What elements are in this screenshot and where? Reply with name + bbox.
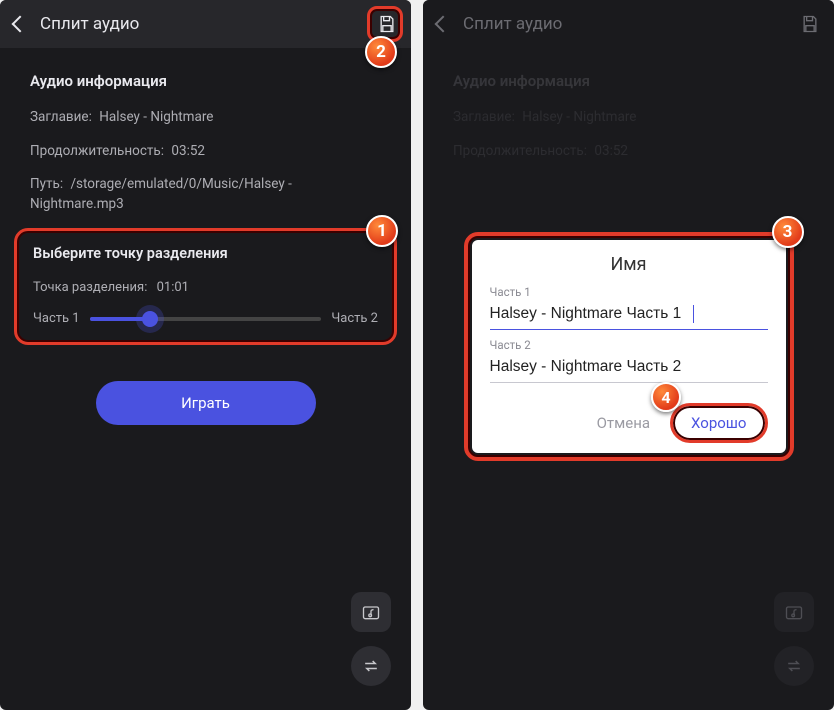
phone-left: Сплит аудио 2 Аудио информация Заглавие:… — [0, 0, 411, 710]
music-folder-icon[interactable] — [774, 592, 814, 632]
annotation-ring-ok: 4 Хорошо — [670, 403, 767, 443]
split-slider[interactable] — [90, 317, 322, 321]
part1-field-label: Часть 1 — [490, 285, 768, 299]
annotation-badge-2: 2 — [365, 36, 397, 68]
screen-title: Сплит аудио — [463, 14, 562, 34]
slider-row: Часть 1 Часть 2 — [33, 311, 378, 326]
back-icon[interactable] — [435, 16, 452, 33]
part2-field-label: Часть 2 — [490, 338, 768, 352]
play-button[interactable]: Играть — [96, 381, 316, 425]
annotation-badge-4: 4 — [651, 382, 681, 412]
text-cursor — [693, 305, 695, 323]
content: Аудио информация Заглавие: Halsey - Nigh… — [0, 48, 411, 435]
slider-thumb[interactable] — [142, 311, 158, 327]
info-heading: Аудио информация — [30, 72, 381, 90]
screen-title: Сплит аудио — [40, 14, 139, 34]
ok-button[interactable]: Хорошо — [677, 408, 760, 438]
annotation-badge-1: 1 — [366, 215, 398, 247]
dialog-title: Имя — [490, 254, 768, 275]
fab-column — [774, 592, 814, 686]
info-path: Путь: /storage/emulated/0/Music/Halsey -… — [30, 175, 381, 214]
name-dialog: Имя Часть 1 Часть 2 Отмена 4 Хорошо — [472, 240, 786, 453]
fab-column — [351, 592, 391, 686]
dialog-wrap: 3 Имя Часть 1 Часть 2 Отмена 4 Хорошо — [464, 232, 794, 461]
back-icon[interactable] — [12, 16, 29, 33]
part1-label: Часть 1 — [33, 311, 80, 326]
part2-label: Часть 2 — [331, 311, 378, 326]
content: Аудио информация Заглавие: Halsey - Nigh… — [423, 48, 834, 185]
info-duration: Продолжительность: 03:52 — [30, 142, 381, 162]
swap-icon[interactable] — [351, 646, 391, 686]
part1-input[interactable] — [490, 299, 768, 330]
split-heading: Выберите точку разделения — [33, 245, 378, 262]
titlebar: Сплит аудио — [0, 0, 411, 48]
info-heading: Аудио информация — [453, 72, 804, 90]
annotation-ring-splitbox: 1 Выберите точку разделения Точка раздел… — [14, 228, 397, 345]
info-title: Заглавие: Halsey - Nightmare — [30, 108, 381, 128]
annotation-badge-3: 3 — [772, 216, 804, 248]
info-title: Заглавие: Halsey - Nightmare — [453, 108, 804, 128]
info-duration: Продолжительность: 03:52 — [453, 142, 804, 162]
save-icon[interactable] — [800, 14, 820, 34]
cancel-button[interactable]: Отмена — [587, 406, 660, 440]
phone-right: Сплит аудио Аудио информация Заглавие: H… — [423, 0, 834, 710]
annotation-ring-dialog: Имя Часть 1 Часть 2 Отмена 4 Хорошо — [464, 232, 794, 461]
titlebar: Сплит аудио — [423, 0, 834, 48]
part2-input[interactable] — [490, 352, 768, 383]
dialog-actions: Отмена 4 Хорошо — [490, 403, 768, 443]
split-point: Точка разделения: 01:01 — [33, 280, 378, 295]
swap-icon[interactable] — [774, 646, 814, 686]
music-folder-icon[interactable] — [351, 592, 391, 632]
